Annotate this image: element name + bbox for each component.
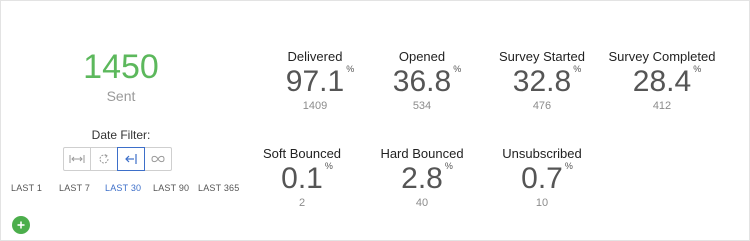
- stat-label: Unsubscribed: [502, 146, 582, 161]
- stat-number: 32.8: [512, 65, 572, 98]
- stat-hard-bounced: Hard Bounced 2.8% 40: [357, 146, 487, 210]
- stat-number: 2.8: [401, 162, 443, 195]
- date-filter-title: Date Filter:: [91, 128, 151, 142]
- stat-value: 28.4%: [632, 64, 701, 98]
- refresh-icon: [99, 154, 109, 164]
- stat-value: 2.8%: [401, 161, 453, 195]
- stat-unsubscribed: Unsubscribed 0.7% 10: [477, 146, 607, 210]
- stat-label: Survey Started: [499, 49, 585, 64]
- stat-survey-completed: Survey Completed 28.4% 412: [597, 49, 727, 113]
- arrows-expand-icon: [69, 155, 85, 163]
- stat-label: Opened: [398, 49, 446, 64]
- stat-number: 0.7: [521, 162, 563, 195]
- stat-label: Survey Completed: [608, 49, 716, 64]
- plus-icon: [17, 221, 25, 229]
- range-last-30[interactable]: LAST 30: [105, 183, 141, 193]
- percent-sign: %: [324, 161, 333, 171]
- stat-count: 10: [535, 197, 549, 209]
- stat-count: 40: [415, 197, 429, 209]
- add-button[interactable]: [12, 216, 30, 234]
- stat-label: Hard Bounced: [380, 146, 464, 161]
- stat-number: 97.1: [285, 65, 345, 98]
- stat-count: 476: [532, 100, 552, 112]
- stat-value: 97.1%: [285, 64, 354, 98]
- all-time-button[interactable]: [144, 147, 172, 171]
- percent-sign: %: [564, 161, 573, 171]
- infinity-icon: [151, 155, 165, 163]
- range-last-90[interactable]: LAST 90: [153, 183, 189, 193]
- stat-value: 32.8%: [512, 64, 581, 98]
- sent-label: Sent: [106, 88, 136, 104]
- stats-panel: 1450 Sent Date Filter: LAST 1 LAST 7 LAS…: [0, 0, 750, 241]
- stat-count: 412: [652, 100, 672, 112]
- stat-count: 2: [298, 197, 306, 209]
- percent-sign: %: [573, 64, 582, 74]
- range-last-365[interactable]: LAST 365: [198, 183, 239, 193]
- percent-sign: %: [444, 161, 453, 171]
- expand-range-button[interactable]: [63, 147, 91, 171]
- back-range-button[interactable]: [117, 147, 145, 171]
- percent-sign: %: [453, 64, 462, 74]
- percent-sign: %: [346, 64, 355, 74]
- refresh-range-button[interactable]: [90, 147, 118, 171]
- stat-value: 36.8%: [392, 64, 461, 98]
- stat-number: 0.1: [281, 162, 323, 195]
- range-last-7[interactable]: LAST 7: [59, 183, 90, 193]
- stat-value: 0.7%: [521, 161, 573, 195]
- stat-label: Soft Bounced: [262, 146, 342, 161]
- range-last-1[interactable]: LAST 1: [11, 183, 42, 193]
- arrow-left-bar-icon: [125, 154, 137, 164]
- stat-count: 534: [412, 100, 432, 112]
- stat-number: 28.4: [632, 65, 692, 98]
- date-filter-button-group: [63, 147, 172, 171]
- stat-opened: Opened 36.8% 534: [357, 49, 487, 113]
- percent-sign: %: [693, 64, 702, 74]
- stat-soft-bounced: Soft Bounced 0.1% 2: [237, 146, 367, 210]
- stat-value: 0.1%: [281, 161, 333, 195]
- sent-count: 1450: [83, 48, 159, 86]
- stat-number: 36.8: [392, 65, 452, 98]
- stat-survey-started: Survey Started 32.8% 476: [477, 49, 607, 113]
